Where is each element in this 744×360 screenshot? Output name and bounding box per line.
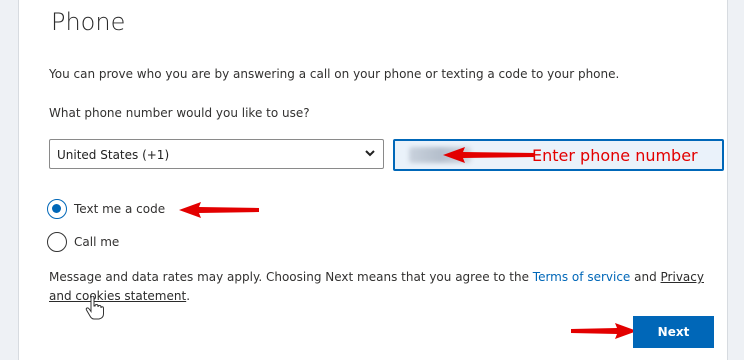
call-me-label: Call me	[74, 235, 120, 249]
legal-suffix: .	[186, 289, 191, 303]
page-description: You can prove who you are by answering a…	[49, 67, 620, 81]
annotation-arrow-phone	[443, 147, 535, 163]
privacy-link-line2: and cookies statement	[49, 289, 187, 303]
annotation-arrow-next	[571, 323, 637, 339]
phone-question: What phone number would you like to use?	[49, 106, 310, 120]
legal-prefix: Message and data rates may apply. Choosi…	[49, 270, 533, 284]
country-code-select[interactable]: United States (+1)	[49, 139, 384, 169]
next-button[interactable]: Next	[633, 316, 714, 348]
legal-and: and	[630, 270, 661, 284]
phone-verification-card: Phone You can prove who you are by answe…	[18, 0, 728, 360]
annotation-arrow-text-option	[179, 202, 259, 218]
chevron-down-icon	[365, 150, 375, 157]
page-title: Phone	[51, 8, 126, 36]
hand-pointer-cursor-icon	[85, 296, 104, 320]
text-me-label: Text me a code	[74, 202, 166, 216]
call-me-radio[interactable]	[47, 232, 67, 252]
text-me-radio[interactable]	[47, 199, 67, 219]
country-code-value: United States (+1)	[57, 148, 170, 162]
annotation-enter-phone-number: Enter phone number	[532, 146, 698, 165]
privacy-link-line1: Privacy	[660, 270, 704, 284]
terms-of-service-link[interactable]: Terms of service	[533, 270, 631, 284]
legal-notice: Message and data rates may apply. Choosi…	[49, 268, 719, 306]
